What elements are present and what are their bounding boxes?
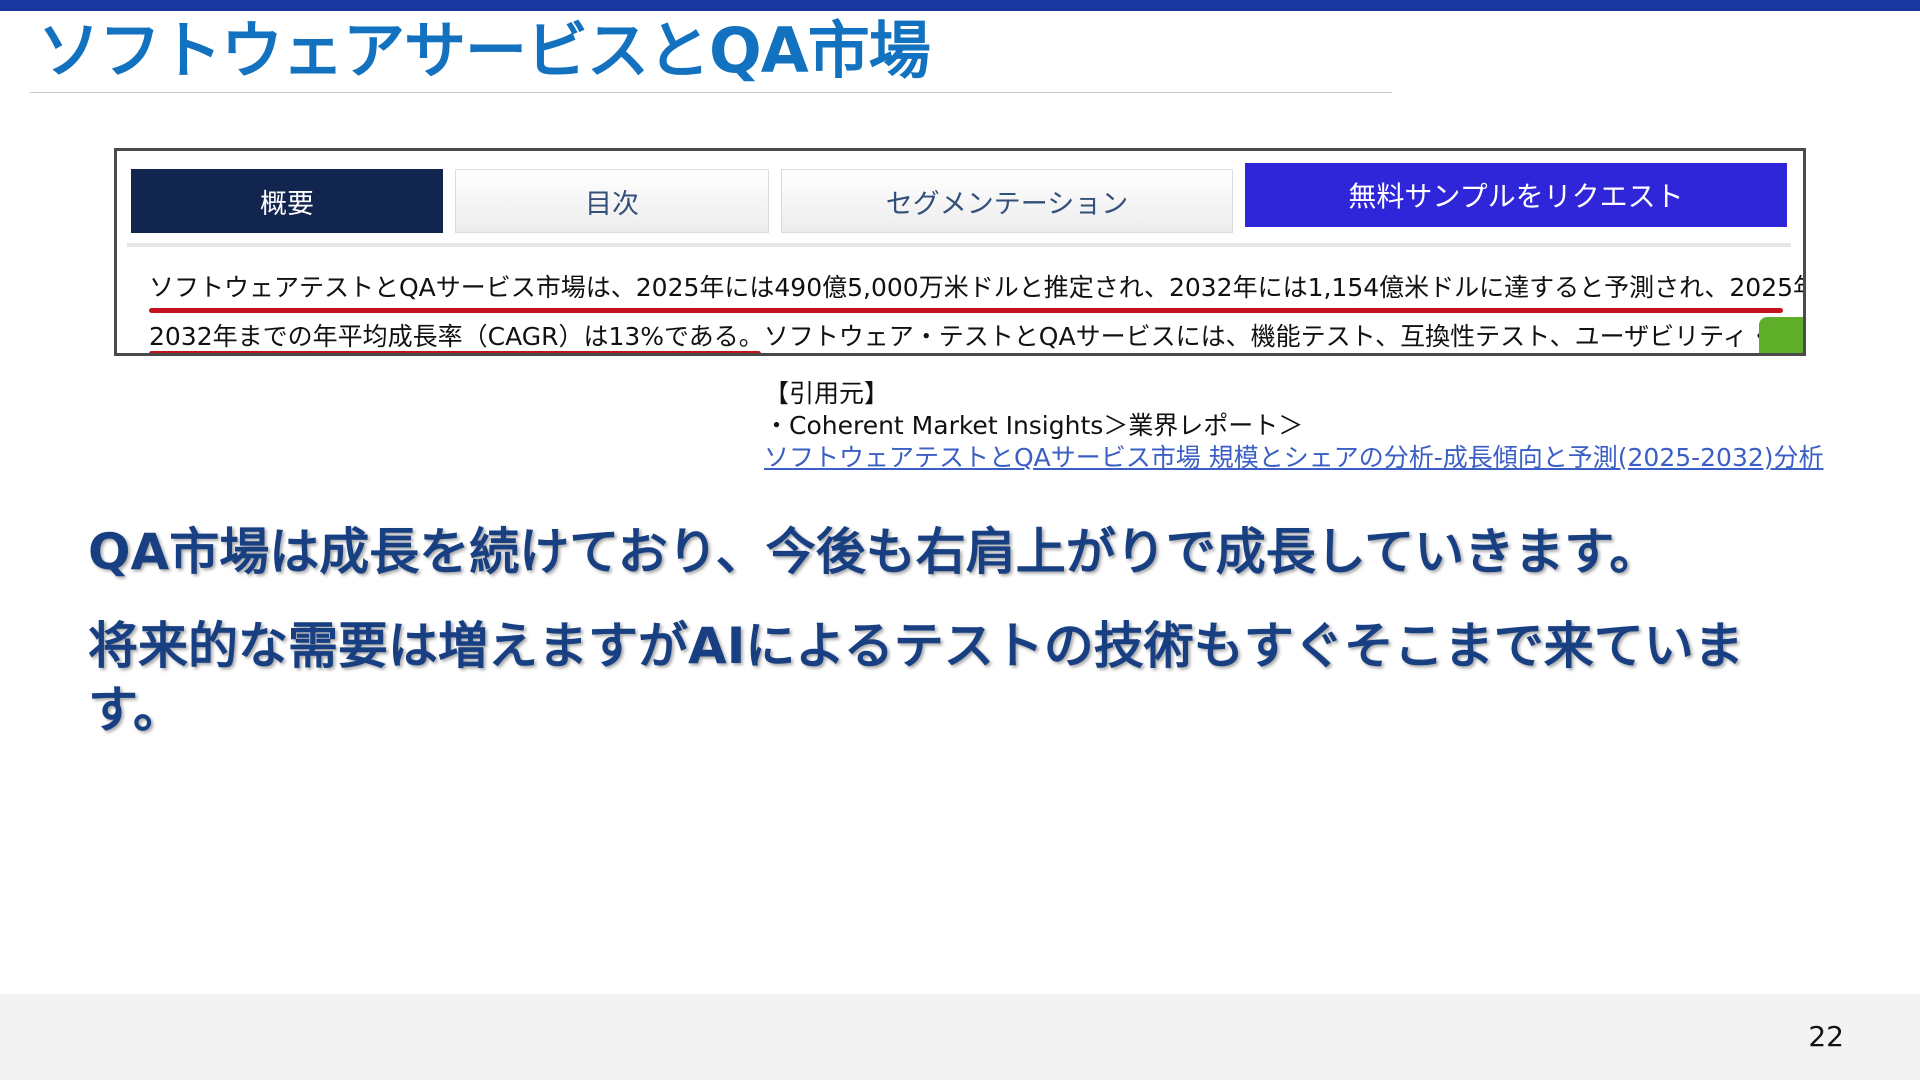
side-tab-badge <box>1759 317 1803 353</box>
slide-title: ソフトウェアサービスとQA市場 <box>38 14 931 87</box>
page-number: 22 <box>1808 1020 1844 1053</box>
citation-link[interactable]: ソフトウェアテストとQAサービス市場 規模とシェアの分析-成長傾向と予測(202… <box>764 442 1824 474</box>
top-accent-bar <box>0 0 1920 11</box>
tab-overview[interactable]: 概要 <box>131 169 443 233</box>
highlight-underline-2 <box>149 351 761 353</box>
report-text-line-2: 2032年までの年平均成長率（CAGR）は13%である。ソフトウェア・テストとQ… <box>149 322 1806 351</box>
tab-segmentation[interactable]: セグメンテーション <box>781 169 1233 233</box>
key-message-2: 将来的な需要は増えますがAIによるテストの技術もすぐそこまで来ています。 <box>88 617 1744 739</box>
highlight-underline-1 <box>149 308 1783 313</box>
title-divider <box>30 92 1392 93</box>
slide-footer: 22 <box>0 994 1920 1080</box>
key-message-1: QA市場は成長を続けており、今後も右肩上がりで成長していきます。 <box>88 523 1660 581</box>
citation-block: 【引用元】 ・Coherent Market Insights＞業界レポート＞ … <box>764 378 1824 474</box>
tab-table-of-contents[interactable]: 目次 <box>455 169 769 233</box>
tab-divider <box>127 243 1791 247</box>
report-text-line-1: ソフトウェアテストとQAサービス市場は、2025年には490億5,000万米ドル… <box>149 273 1806 302</box>
request-sample-button[interactable]: 無料サンプルをリクエスト <box>1245 163 1787 227</box>
citation-source: ・Coherent Market Insights＞業界レポート＞ <box>764 411 1304 440</box>
market-report-screenshot: 概要 目次 セグメンテーション 無料サンプルをリクエスト ソフトウェアテストとQ… <box>114 148 1806 356</box>
citation-heading: 【引用元】 <box>764 379 890 408</box>
